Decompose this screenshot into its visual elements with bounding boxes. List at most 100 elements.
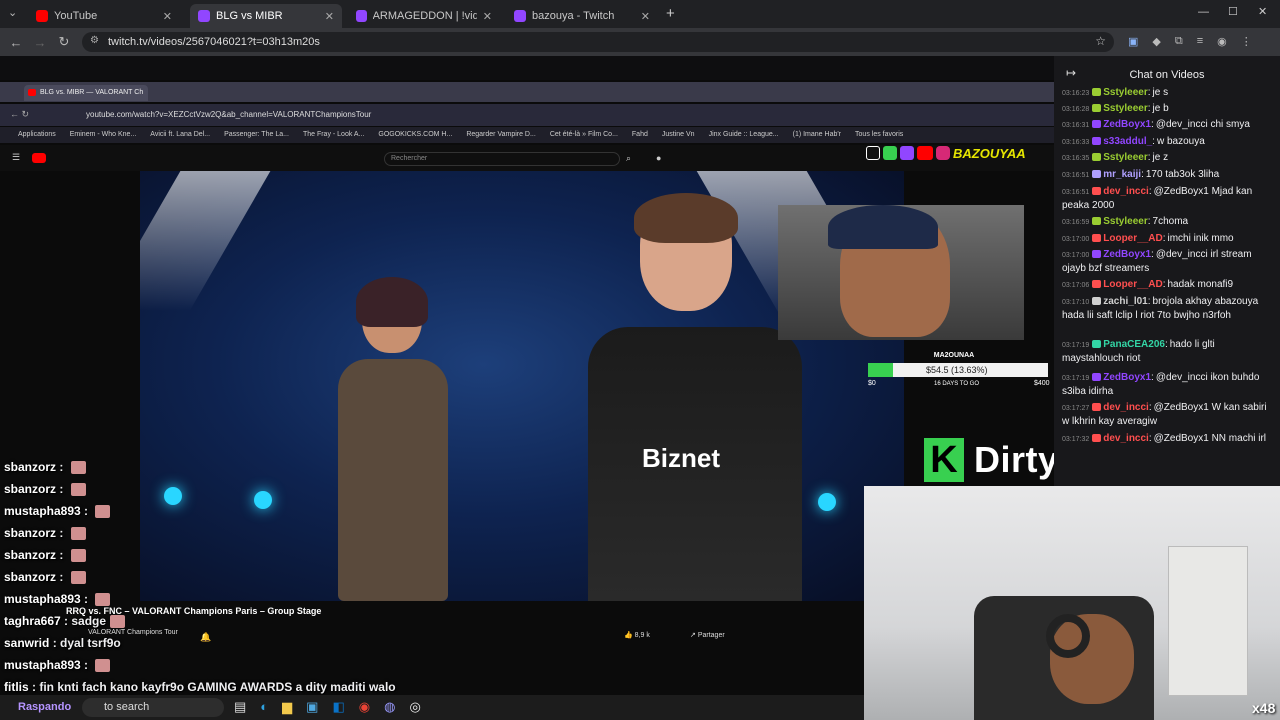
chat-username[interactable]: s33addul_ xyxy=(1103,136,1152,147)
like-button: 👍 8,9 k xyxy=(624,631,650,639)
chat-username[interactable]: ZedBoyx1 xyxy=(1103,119,1151,130)
back-icon[interactable]: ← xyxy=(4,35,28,50)
chat-username[interactable]: zachi_l01 xyxy=(1103,296,1147,307)
overlay-chat-user: fitlis xyxy=(4,680,29,694)
extensions-area: ▣ ◆ ⧉ ≡ ◉ ⋮ xyxy=(1128,35,1252,48)
taskbar-user-label: Raspando xyxy=(18,701,72,713)
overlay-chat-text: fin knti fach kano kayfr9o GAMING AWARDS… xyxy=(39,680,396,694)
viewer-badge: x48 xyxy=(1252,700,1276,716)
chat-message: 03:17:10 zachi_l01: brojola akhay abazouya… xyxy=(1062,296,1259,321)
bookmark-star-icon[interactable]: ☆ xyxy=(1095,34,1106,48)
chat-username[interactable]: dev_incci xyxy=(1103,402,1149,413)
chat-username[interactable]: Sstyleeer xyxy=(1103,87,1147,98)
overlay-chat-line: mustapha893 : xyxy=(4,504,111,519)
close-tab-icon[interactable]: ✕ xyxy=(483,10,492,23)
bookmark-item: Applications xyxy=(18,131,56,138)
translate-icon[interactable]: ▣ xyxy=(1128,35,1138,48)
tab-blg-vs-mibr[interactable]: BLG vs MIBR ✕ xyxy=(190,4,342,28)
close-tab-icon[interactable]: ✕ xyxy=(641,10,650,23)
thumbs-up-icon: 👍 xyxy=(624,632,633,639)
tab-label: bazouya - Twitch xyxy=(532,10,615,22)
menu-icon[interactable]: ⋮ xyxy=(1241,35,1252,48)
browser-tab-bar: ⌄ YouTube ✕ BLG vs MIBR ✕ ARMAGEDDON | !… xyxy=(0,0,1280,28)
overlay-chat-line: sbanzorz : xyxy=(4,482,86,497)
minimize-button[interactable]: — xyxy=(1198,6,1209,18)
chat-timestamp: 03:16:31 xyxy=(1062,122,1090,129)
overlay-chat-line: sbanzorz : xyxy=(4,548,86,563)
puzzle-icon[interactable]: ⧉ xyxy=(1175,35,1183,48)
goal-end: $400 xyxy=(1034,380,1050,387)
emote-icon xyxy=(70,483,86,497)
overlay-chat-user: sbanzorz xyxy=(4,570,57,584)
chat-username[interactable]: PanaCEA206 xyxy=(1103,339,1165,350)
kick-logo-icon: K xyxy=(924,438,964,482)
overlay-chat-line: mustapha893 : xyxy=(4,658,111,673)
chat-message: 03:16:35 Sstyleeer: je z xyxy=(1062,152,1169,163)
overlay-chat-user: mustapha893 xyxy=(4,592,81,606)
overlay-chat-line: mustapha893 : xyxy=(4,592,111,607)
riot-icon: ◎ xyxy=(409,699,421,714)
chat-text: imchi inik mmo xyxy=(1167,233,1234,244)
chat-timestamp: 03:16:33 xyxy=(1062,139,1090,146)
chat-timestamp: 03:17:00 xyxy=(1062,252,1090,259)
new-tab-button[interactable]: + xyxy=(666,5,675,22)
badge-icon xyxy=(1092,88,1102,97)
chat-text: je s xyxy=(1152,87,1169,98)
taskbar-search-text: to search xyxy=(104,701,150,713)
close-tab-icon[interactable]: ✕ xyxy=(163,10,172,23)
twitch-icon xyxy=(198,10,210,22)
goal-title: MA2OUNAA xyxy=(933,352,975,359)
chat-username[interactable]: dev_incci xyxy=(1103,433,1149,444)
badge-icon xyxy=(1092,373,1102,382)
bookmark-item: Passenger: The La... xyxy=(224,131,289,138)
tab-label: YouTube xyxy=(54,10,98,22)
overlay-chat-line: fitlis : fin knti fach kano kayfr9o GAMI… xyxy=(4,680,396,694)
interviewer-figure xyxy=(316,277,466,601)
bookmark-item: Cet été-là » Film Co... xyxy=(549,131,618,138)
reload-icon[interactable]: ↻ xyxy=(52,34,76,50)
tab-list-chevron-icon[interactable]: ⌄ xyxy=(8,6,17,19)
badge-icon xyxy=(1092,403,1102,412)
inner-tab: BLG vs. MIBR — VALORANT Ch xyxy=(24,85,148,101)
twitch-icon xyxy=(900,146,914,160)
badge-icon xyxy=(1092,120,1102,129)
chat-username[interactable]: Looper__AD xyxy=(1103,233,1162,244)
chat-username[interactable]: ZedBoyx1 xyxy=(1103,372,1151,383)
chat-message: 03:16:59 Sstyleeer: 7choma xyxy=(1062,216,1189,227)
youtube-icon xyxy=(36,10,48,22)
chat-message: 03:17:06 Looper__AD: hadak monafi9 xyxy=(1062,279,1234,290)
chat-username[interactable]: Looper__AD xyxy=(1103,279,1162,290)
close-tab-icon[interactable]: ✕ xyxy=(325,10,334,23)
chat-username[interactable]: Sstyleeer xyxy=(1103,216,1147,227)
media-icon[interactable]: ≡ xyxy=(1197,35,1203,48)
forward-icon[interactable]: → xyxy=(28,35,52,50)
profile-icon[interactable]: ◉ xyxy=(1217,35,1227,48)
close-window-button[interactable]: ✕ xyxy=(1258,5,1267,18)
url-field[interactable]: ⚙ twitch.tv/videos/2567046021?t=03h13m20… xyxy=(82,32,1114,52)
extension-icon[interactable]: ◆ xyxy=(1152,35,1160,48)
windows-taskbar: Raspando to search ▤ ◐ ▆ ▣ ◧ ◉ ◍ ◎ xyxy=(0,695,864,720)
chat-username[interactable]: ZedBoyx1 xyxy=(1103,249,1151,260)
search-icon: ⌕ xyxy=(626,153,632,163)
tab-bazouya-twitch[interactable]: bazouya - Twitch ✕ xyxy=(506,4,658,28)
overlay-chat-user: mustapha893 xyxy=(4,658,81,672)
chat-timestamp: 03:17:06 xyxy=(1062,282,1090,289)
tab-armageddon[interactable]: ARMAGEDDON | !video | !socia ✕ xyxy=(348,4,500,28)
social-links-banner: BAZOUYAA xyxy=(866,144,1026,162)
url-text: twitch.tv/videos/2567046021?t=03h13m20s xyxy=(108,36,320,48)
bookmark-item: Jinx Guide :: League... xyxy=(708,131,779,138)
chat-username[interactable]: dev_incci xyxy=(1103,186,1149,197)
chat-username[interactable]: Sstyleeer xyxy=(1103,152,1147,163)
chat-username[interactable]: mr_kaiji xyxy=(1103,169,1141,180)
emote-icon xyxy=(95,659,111,673)
chat-text: je b xyxy=(1152,103,1169,114)
tab-youtube[interactable]: YouTube ✕ xyxy=(28,4,180,28)
chat-username[interactable]: Sstyleeer xyxy=(1103,103,1147,114)
site-info-icon[interactable]: ⚙ xyxy=(90,35,99,46)
bookmark-item: Avicii ft. Lana Del... xyxy=(150,131,211,138)
goal-bar-fill xyxy=(868,363,893,377)
share-icon: ↗ xyxy=(690,632,696,639)
chat-text: 170 tab3ok 3liha xyxy=(1145,169,1220,180)
inner-browser-tabbar: BLG vs. MIBR — VALORANT Ch xyxy=(0,82,1054,102)
maximize-button[interactable]: ☐ xyxy=(1228,5,1238,18)
